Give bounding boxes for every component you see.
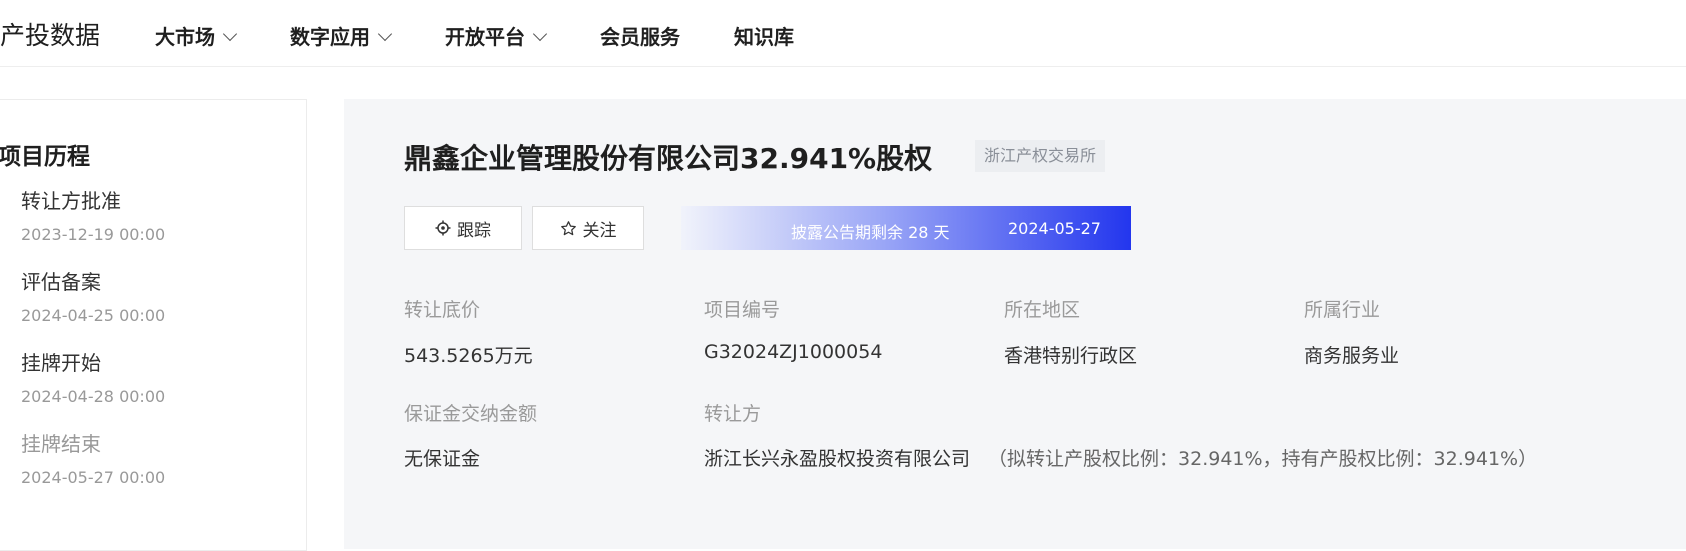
nav-item-label: 数字应用 [290, 25, 370, 49]
seller-label: 转让方 [704, 403, 762, 425]
step-time: 2024-04-28 00:00 [21, 387, 166, 406]
history-step: 转让方批准 2023-12-19 00:00 [21, 185, 165, 244]
watch-button[interactable]: 关注 [532, 206, 644, 250]
nav-item-label: 开放平台 [445, 25, 525, 49]
step-name: 挂牌结束 [21, 432, 101, 456]
history-step: 挂牌开始 2024-04-28 00:00 [21, 347, 165, 406]
nav-item-label: 知识库 [734, 25, 794, 49]
nav-item-knowledge-base[interactable]: 知识库 [734, 21, 794, 50]
seller-value: 浙江长兴永盈股权投资有限公司 （拟转让产股权比例：32.941%，持有产股权比例：… [704, 444, 1537, 471]
history-step: 挂牌结束 2024-05-27 00:00 [21, 428, 165, 487]
follow-button-label: 跟踪 [457, 220, 491, 241]
nav-item-label: 会员服务 [600, 25, 680, 49]
deposit-value: 无保证金 [404, 448, 481, 470]
price-label: 转让底价 [404, 299, 481, 321]
industry-value: 商务服务业 [1304, 345, 1400, 367]
history-step: 评估备案 2024-04-25 00:00 [21, 266, 165, 325]
step-name: 评估备案 [21, 270, 101, 294]
chevron-down-icon [532, 26, 548, 42]
step-time: 2024-05-27 00:00 [21, 468, 166, 487]
chevron-down-icon [377, 26, 393, 42]
industry-label: 所属行业 [1304, 299, 1381, 321]
project-history-sidebar: 项目历程 转让方批准 2023-12-19 00:00 评估备案 2024-04… [0, 99, 307, 551]
nav-item-market[interactable]: 大市场 [155, 21, 238, 50]
seller-name: 浙江长兴永盈股权投资有限公司 [704, 448, 971, 470]
project-code-label: 项目编号 [704, 299, 781, 321]
region-label: 所在地区 [1004, 299, 1081, 321]
nav-item-label: 大市场 [155, 25, 215, 49]
exchange-tag: 浙江产权交易所 [975, 140, 1106, 172]
brand-logo-text[interactable]: 产投数据 [0, 16, 100, 52]
project-title: 鼎鑫企业管理股份有限公司32.941%股权 [404, 142, 933, 175]
project-code-value: G32024ZJ1000054 [704, 341, 883, 363]
sidebar-title: 项目历程 [0, 144, 90, 170]
nav-item-member-services[interactable]: 会员服务 [600, 21, 680, 50]
chevron-down-icon [222, 26, 238, 42]
end-date: 2024-05-27 [1008, 219, 1101, 238]
nav-item-digital-apps[interactable]: 数字应用 [290, 21, 393, 50]
step-name: 挂牌开始 [21, 351, 101, 375]
project-detail-panel: 鼎鑫企业管理股份有限公司32.941%股权 浙江产权交易所 跟踪 关注 披露公告… [344, 99, 1686, 549]
disclosure-countdown-banner: 披露公告期剩余 28 天 2024-05-27 [681, 206, 1131, 250]
remaining-days: 披露公告期剩余 28 天 [791, 223, 950, 242]
nav-item-open-platform[interactable]: 开放平台 [445, 21, 548, 50]
price-value: 543.5265万元 [404, 345, 533, 367]
region-value: 香港特别行政区 [1004, 345, 1138, 367]
step-name: 转让方批准 [21, 189, 121, 213]
step-time: 2023-12-19 00:00 [21, 225, 166, 244]
crosshair-icon [435, 220, 451, 236]
step-time: 2024-04-25 00:00 [21, 306, 166, 325]
watch-button-label: 关注 [582, 220, 617, 241]
deposit-label: 保证金交纳金额 [404, 403, 538, 425]
star-icon [560, 220, 576, 235]
top-nav: 产投数据 大市场 数字应用 开放平台 会员服务 知识库 [0, 0, 1686, 67]
follow-button[interactable]: 跟踪 [404, 206, 522, 250]
seller-ratio: （拟转让产股权比例：32.941%，持有产股权比例：32.941%） [988, 448, 1538, 470]
